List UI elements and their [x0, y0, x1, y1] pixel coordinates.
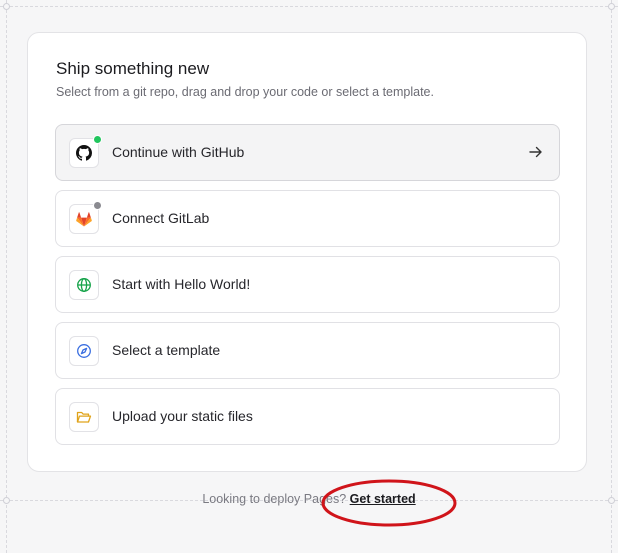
footer-prompt: Looking to deploy Pages? — [202, 492, 347, 506]
option-label: Continue with GitHub — [112, 144, 245, 160]
option-label: Upload your static files — [112, 408, 253, 424]
card-title: Ship something new — [56, 59, 210, 78]
folder-icon — [69, 402, 99, 432]
option-label: Connect GitLab — [112, 210, 210, 226]
ship-card: Ship something new Select from a git rep… — [27, 32, 587, 472]
arrow-right-icon — [527, 141, 545, 163]
guide-line-right — [611, 0, 612, 553]
github-icon — [69, 135, 102, 168]
compass-icon — [69, 336, 99, 366]
guide-line-top — [0, 6, 618, 7]
corner-marker — [3, 3, 10, 10]
corner-marker — [608, 3, 615, 10]
get-started-link[interactable]: Get started — [350, 492, 416, 506]
option-label: Start with Hello World! — [112, 276, 251, 292]
globe-icon — [69, 270, 99, 300]
guide-line-left — [6, 0, 7, 553]
card-subtitle: Select from a git repo, drag and drop yo… — [56, 85, 434, 99]
option-label: Select a template — [112, 342, 221, 358]
upload-files-button[interactable]: Upload your static files — [55, 388, 560, 445]
connect-gitlab-button[interactable]: Connect GitLab — [55, 190, 560, 247]
status-dot — [93, 135, 102, 144]
footer: Looking to deploy Pages? Get started — [0, 492, 618, 506]
select-template-button[interactable]: Select a template — [55, 322, 560, 379]
status-dot — [93, 201, 102, 210]
continue-github-button[interactable]: Continue with GitHub — [55, 124, 560, 181]
hello-world-button[interactable]: Start with Hello World! — [55, 256, 560, 313]
gitlab-icon — [69, 201, 102, 234]
